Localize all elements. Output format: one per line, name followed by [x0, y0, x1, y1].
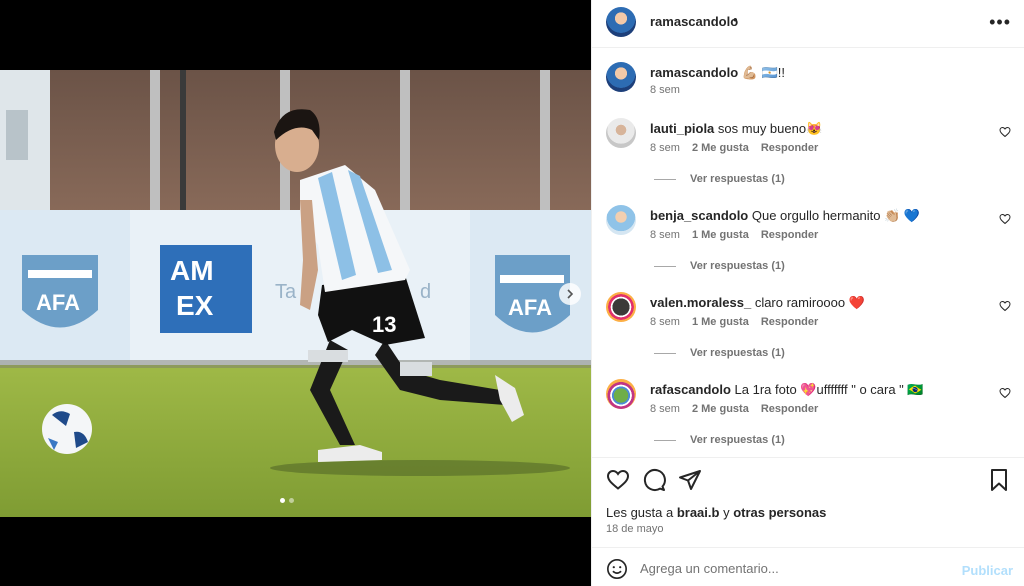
- replies-line: [654, 439, 676, 441]
- svg-text:AFA: AFA: [36, 290, 80, 315]
- carousel-next-button[interactable]: [559, 283, 581, 305]
- view-replies-button[interactable]: Ver respuestas (1): [654, 347, 785, 359]
- carousel-dots: [280, 498, 294, 503]
- liked-by-user[interactable]: braai.b: [677, 505, 720, 520]
- comment-meta: 8 sem 1 Me gusta Responder: [650, 229, 818, 241]
- chevron-right-icon: [567, 289, 574, 299]
- comment-icon[interactable]: [642, 468, 666, 492]
- comment-heart-icon[interactable]: [999, 300, 1011, 312]
- reply-button[interactable]: Responder: [761, 229, 818, 241]
- other-likers-link[interactable]: otras personas: [733, 505, 826, 520]
- reply-button[interactable]: Responder: [761, 403, 818, 415]
- comment-body: benja_scandolo Que orgullo hermanito 👏🏼 …: [650, 207, 990, 224]
- comment-meta: 8 sem 1 Me gusta Responder: [650, 316, 818, 328]
- comment-body: rafascandolo La 1ra foto 💖ufffffff " o c…: [650, 381, 990, 398]
- reply-button[interactable]: Responder: [761, 142, 818, 154]
- view-replies-button[interactable]: Ver respuestas (1): [654, 434, 785, 446]
- commenter-avatar[interactable]: [606, 379, 636, 409]
- comment-heart-icon[interactable]: [999, 213, 1011, 225]
- likes-connector: y: [719, 505, 734, 520]
- view-replies-button[interactable]: Ver respuestas (1): [654, 173, 785, 185]
- comment-likes[interactable]: 1 Me gusta: [692, 229, 749, 241]
- comment-meta: 8 sem 2 Me gusta Responder: [650, 142, 818, 154]
- emoji-icon[interactable]: [606, 558, 628, 580]
- comment-time[interactable]: 8 sem: [650, 229, 680, 241]
- publish-button[interactable]: Publicar: [962, 563, 1013, 578]
- add-comment-bar: Publicar: [592, 547, 1024, 586]
- post-actions: Les gusta a braai.b y otras personas 18 …: [592, 457, 1024, 547]
- more-options-icon[interactable]: •••: [989, 12, 1011, 33]
- comment-username[interactable]: benja_scandolo: [650, 208, 748, 223]
- soccer-ball: [42, 404, 92, 454]
- comment-heart-icon[interactable]: [999, 387, 1011, 399]
- view-replies-label[interactable]: Ver respuestas (1): [690, 173, 785, 185]
- caption-body: ramascandolo 💪🏼 🇦🇷!!: [650, 64, 990, 81]
- comment-heart-icon[interactable]: [999, 126, 1011, 138]
- post-photo-illustration: AM EX Ta d AFA AFA 13: [0, 70, 591, 517]
- author-username[interactable]: ramascandolo: [650, 14, 738, 29]
- replies-line: [654, 178, 676, 180]
- paper-plane-icon[interactable]: [678, 468, 702, 492]
- sponsor-text-2: EX: [176, 290, 214, 321]
- header-separator: •: [733, 12, 738, 27]
- commenter-avatar[interactable]: [606, 292, 636, 322]
- commenter-avatar[interactable]: [606, 205, 636, 235]
- comment-username[interactable]: rafascandolo: [650, 382, 731, 397]
- caption-text: 💪🏼 🇦🇷!!: [741, 65, 785, 80]
- caption-avatar[interactable]: [606, 62, 636, 92]
- post-image[interactable]: AM EX Ta d AFA AFA 13: [0, 70, 591, 517]
- comment-likes[interactable]: 2 Me gusta: [692, 142, 749, 154]
- heart-icon[interactable]: [606, 468, 630, 492]
- likes-summary: Les gusta a braai.b y otras personas: [606, 505, 826, 520]
- post-modal: AM EX Ta d AFA AFA 13 ramascandolo • •••…: [0, 0, 1024, 586]
- commenter-avatar[interactable]: [606, 118, 636, 148]
- caption-item: ramascandolo 💪🏼 🇦🇷!! 8 sem: [606, 62, 1011, 102]
- carousel-dot-2: [289, 498, 294, 503]
- caption-meta: 8 sem: [650, 84, 680, 96]
- replies-line: [654, 352, 676, 354]
- comment-text: Que orgullo hermanito 👏🏼 💙: [751, 208, 921, 223]
- carousel-dot-1: [280, 498, 285, 503]
- comment-username[interactable]: valen.moraless_: [650, 295, 751, 310]
- comment-item: benja_scandolo Que orgullo hermanito 👏🏼 …: [606, 205, 1011, 275]
- caption-username[interactable]: ramascandolo: [650, 65, 738, 80]
- reply-button[interactable]: Responder: [761, 316, 818, 328]
- comment-body: lauti_piola sos muy bueno😻: [650, 120, 990, 137]
- comment-time[interactable]: 8 sem: [650, 142, 680, 154]
- comment-text: La 1ra foto 💖ufffffff " o cara " 🇧🇷: [734, 382, 924, 397]
- comment-body: valen.moraless_ claro ramiroooo ❤️: [650, 294, 990, 311]
- replies-line: [654, 265, 676, 267]
- likes-prefix: Les gusta a: [606, 505, 677, 520]
- media-area: AM EX Ta d AFA AFA 13: [0, 0, 591, 586]
- comment-text: claro ramiroooo ❤️: [754, 295, 865, 310]
- comment-input[interactable]: [640, 556, 940, 580]
- post-header: ramascandolo • •••: [592, 0, 1024, 48]
- post-side-panel: ramascandolo • ••• ramascandolo 💪🏼 🇦🇷!! …: [591, 0, 1024, 586]
- view-replies-button[interactable]: Ver respuestas (1): [654, 260, 785, 272]
- caption-time[interactable]: 8 sem: [650, 84, 680, 96]
- view-replies-label[interactable]: Ver respuestas (1): [690, 347, 785, 359]
- banner-text-4: d: [420, 281, 431, 303]
- banner-text-3: Ta: [275, 281, 297, 303]
- comment-item: rafascandolo La 1ra foto 💖ufffffff " o c…: [606, 379, 1011, 449]
- jersey-number: 13: [372, 312, 396, 337]
- view-replies-label[interactable]: Ver respuestas (1): [690, 434, 785, 446]
- comment-username[interactable]: lauti_piola: [650, 121, 714, 136]
- comment-item: valen.moraless_ claro ramiroooo ❤️ 8 sem…: [606, 292, 1011, 362]
- author-avatar[interactable]: [606, 7, 636, 37]
- bookmark-icon[interactable]: [987, 468, 1011, 492]
- comment-item: lauti_piola sos muy bueno😻 8 sem 2 Me gu…: [606, 118, 1011, 188]
- afa-badge-left: AFA: [22, 255, 98, 328]
- comment-time[interactable]: 8 sem: [650, 403, 680, 415]
- post-date[interactable]: 18 de mayo: [606, 523, 663, 535]
- comment-likes[interactable]: 1 Me gusta: [692, 316, 749, 328]
- comments-list[interactable]: ramascandolo 💪🏼 🇦🇷!! 8 sem lauti_piola s…: [592, 48, 1024, 456]
- view-replies-label[interactable]: Ver respuestas (1): [690, 260, 785, 272]
- sponsor-text-1: AM: [170, 255, 214, 286]
- comment-meta: 8 sem 2 Me gusta Responder: [650, 403, 818, 415]
- comment-text: sos muy bueno😻: [717, 121, 823, 136]
- comment-likes[interactable]: 2 Me gusta: [692, 403, 749, 415]
- comment-time[interactable]: 8 sem: [650, 316, 680, 328]
- svg-text:AFA: AFA: [508, 295, 552, 320]
